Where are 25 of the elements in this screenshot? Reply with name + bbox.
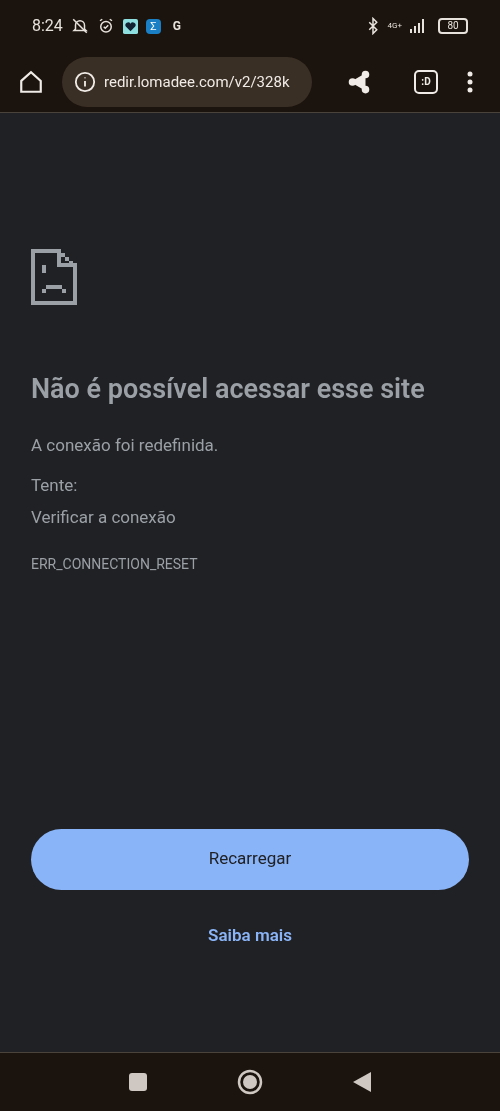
home-nav-button[interactable] — [237, 1069, 263, 1095]
address-bar[interactable]: redir.lomadee.com/v2/328k — [62, 57, 312, 107]
menu-icon — [467, 71, 473, 93]
suggestion-text: Verificar a conexão — [31, 505, 177, 529]
error-message: A conexão foi redefinida. — [31, 433, 220, 457]
signal-icon — [410, 19, 426, 33]
network-label: 4G+ — [387, 22, 402, 30]
reload-button[interactable]: Recarregar — [31, 828, 469, 890]
try-label: Tente: — [31, 474, 79, 498]
home-icon — [18, 69, 44, 95]
learn-more-link[interactable]: Saiba mais — [208, 922, 292, 948]
sad-page-icon — [31, 249, 77, 305]
back-button[interactable] — [353, 1072, 371, 1092]
error-title: Não é possível acessar esse site — [31, 373, 426, 407]
share-icon — [346, 69, 372, 95]
g-app-icon: G — [168, 17, 186, 35]
muted-bell-icon — [70, 17, 89, 35]
info-icon[interactable] — [74, 71, 96, 93]
heart-app-icon — [122, 18, 138, 34]
url-text: redir.lomadee.com/v2/328k — [104, 71, 290, 93]
error-code: ERR_CONNECTION_RESET — [31, 555, 199, 575]
tab-switcher-button[interactable]: :D — [414, 70, 438, 94]
status-time: 8:24 — [32, 15, 63, 37]
battery-indicator: 80 — [438, 18, 468, 34]
sigma-app-icon: Σ — [145, 18, 161, 34]
